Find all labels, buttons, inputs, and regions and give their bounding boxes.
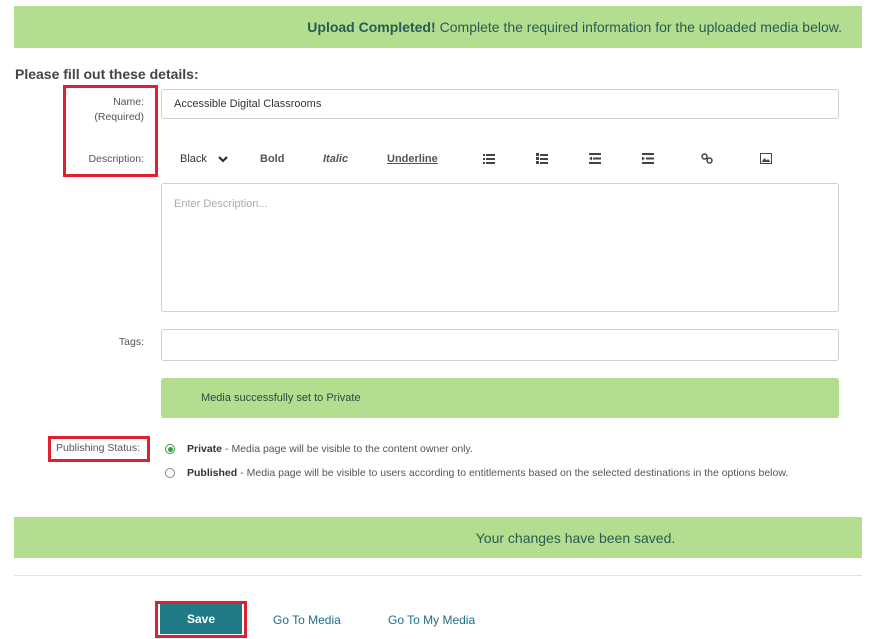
indent-icon[interactable] <box>642 153 654 164</box>
name-label: Name: (Required) <box>24 96 144 123</box>
font-color-value: Black <box>180 153 207 165</box>
name-required-text: (Required) <box>94 111 144 123</box>
font-color-dropdown[interactable]: Black <box>180 153 228 165</box>
description-textarea[interactable]: Enter Description... <box>161 183 839 312</box>
description-placeholder: Enter Description... <box>174 198 268 210</box>
tags-input[interactable] <box>161 329 839 361</box>
unordered-list-icon[interactable] <box>483 153 495 164</box>
form-heading: Please fill out these details: <box>15 66 199 82</box>
private-radio[interactable] <box>165 444 175 454</box>
description-toolbar: Black Bold Italic Underline <box>161 146 839 174</box>
private-option[interactable]: Private - Media page will be visible to … <box>165 443 473 455</box>
banner-text: Complete the required information for th… <box>439 19 842 35</box>
privacy-status-text: Media successfully set to Private <box>201 392 361 404</box>
published-radio[interactable] <box>165 468 175 478</box>
save-button[interactable]: Save <box>160 604 242 634</box>
link-icon[interactable] <box>701 153 713 164</box>
go-to-media-link[interactable]: Go To Media <box>273 613 341 627</box>
chevron-down-icon <box>218 156 228 163</box>
published-option[interactable]: Published - Media page will be visible t… <box>165 467 788 479</box>
outdent-icon[interactable] <box>589 153 601 164</box>
ordered-list-icon[interactable] <box>536 153 548 164</box>
changes-saved-banner: Your changes have been saved. <box>14 517 862 558</box>
image-icon[interactable] <box>760 153 772 164</box>
privacy-status-message: Media successfully set to Private <box>161 378 839 418</box>
italic-button[interactable]: Italic <box>323 153 348 165</box>
go-to-my-media-link[interactable]: Go To My Media <box>388 613 475 627</box>
publishing-status-label: Publishing Status: <box>56 442 141 454</box>
banner-strong-text: Upload Completed! <box>307 19 436 35</box>
private-description: - Media page will be visible to the cont… <box>225 443 473 455</box>
name-input-value: Accessible Digital Classrooms <box>174 98 322 110</box>
private-title: Private <box>187 443 223 455</box>
name-label-text: Name: <box>113 96 144 108</box>
published-description: - Media page will be visible to users ac… <box>240 467 789 479</box>
bold-button[interactable]: Bold <box>260 153 284 165</box>
divider <box>14 575 862 576</box>
description-label: Description: <box>88 153 144 165</box>
underline-button[interactable]: Underline <box>387 153 438 165</box>
published-title: Published <box>187 467 238 479</box>
name-input[interactable]: Accessible Digital Classrooms <box>161 89 839 119</box>
upload-completed-banner: Upload Completed! Complete the required … <box>14 6 862 48</box>
tags-label: Tags: <box>118 336 144 348</box>
changes-saved-text: Your changes have been saved. <box>475 529 676 546</box>
